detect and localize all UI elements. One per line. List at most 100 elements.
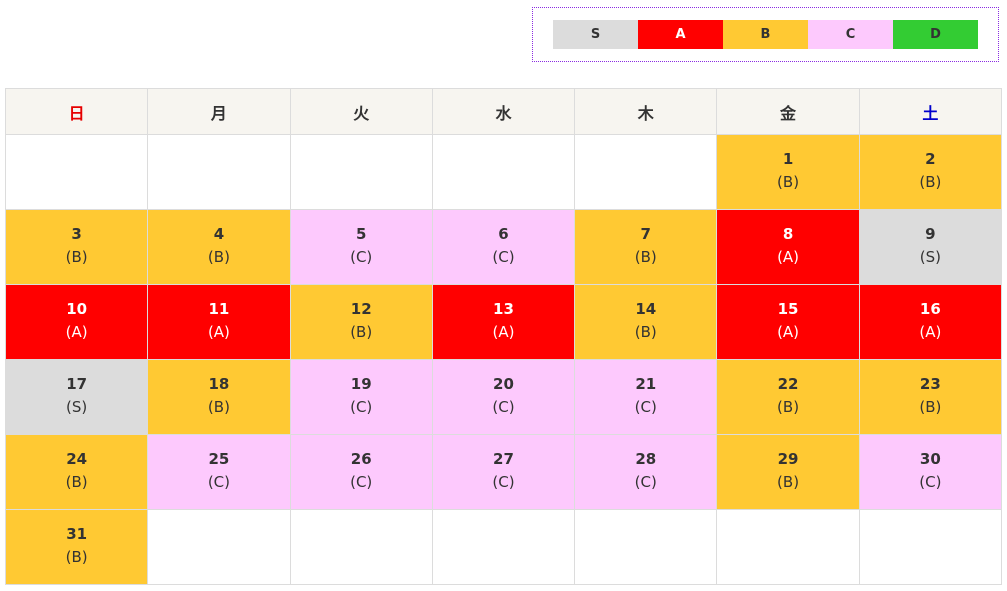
day-cell[interactable]: 19 (C) <box>289 359 433 435</box>
day-cell[interactable]: 18 (B) <box>147 359 291 435</box>
weekday-saturday: 土 <box>858 88 1003 135</box>
legend-item-b: B <box>723 20 808 49</box>
empty-cell <box>289 134 433 210</box>
day-number: 14 <box>635 300 657 318</box>
day-grade: (B) <box>777 473 800 491</box>
day-grade: (A) <box>65 323 88 341</box>
day-number: 12 <box>350 300 372 318</box>
week-row: 31 (B) <box>4 509 1003 585</box>
day-number: 22 <box>777 375 799 393</box>
day-number: 23 <box>919 375 941 393</box>
empty-cell <box>147 509 291 585</box>
day-cell[interactable]: 11 (A) <box>147 284 291 360</box>
day-cell[interactable]: 20 (C) <box>431 359 576 435</box>
day-cell[interactable]: 8 (A) <box>716 209 860 285</box>
day-number: 26 <box>350 450 372 468</box>
day-number: 19 <box>350 375 372 393</box>
day-grade: (B) <box>634 248 657 266</box>
day-cell[interactable]: 23 (B) <box>858 359 1003 435</box>
day-cell[interactable]: 25 (C) <box>147 434 291 510</box>
weekday-header-row: 日 月 火 水 木 金 土 <box>4 88 1003 135</box>
day-grade: (A) <box>492 323 515 341</box>
week-row: 1 (B) 2 (B) <box>4 134 1003 210</box>
day-grade: (B) <box>65 473 88 491</box>
day-number: 6 <box>498 225 509 243</box>
day-cell[interactable]: 14 (B) <box>574 284 718 360</box>
day-grade: (B) <box>919 173 942 191</box>
day-grade: (C) <box>492 398 515 416</box>
day-cell[interactable]: 28 (C) <box>574 434 718 510</box>
day-cell[interactable]: 12 (B) <box>289 284 433 360</box>
day-number: 13 <box>493 300 514 318</box>
empty-cell <box>858 509 1003 585</box>
day-number: 1 <box>782 150 794 168</box>
day-cell[interactable]: 27 (C) <box>431 434 576 510</box>
calendar-body: 1 (B) 2 (B) 3 (B) 4 (B) 5 (C) 6 (C) 7 (B) 8 (A) 9 (S) 10 (A… <box>4 134 1003 585</box>
day-number: 16 <box>919 300 941 318</box>
legend-row: SABCD <box>553 20 978 49</box>
week-row: 24 (B) 25 (C) 26 (C) 27 (C) 28 (C) 29 (B) 30 (C) <box>4 434 1003 510</box>
day-number: 29 <box>777 450 799 468</box>
day-cell[interactable]: 22 (B) <box>716 359 860 435</box>
day-cell[interactable]: 6 (C) <box>431 209 576 285</box>
day-cell[interactable]: 7 (B) <box>574 209 718 285</box>
empty-cell <box>716 509 860 585</box>
day-number: 3 <box>71 225 82 243</box>
day-number: 11 <box>208 300 230 318</box>
legend-item-a: A <box>638 20 723 49</box>
day-cell[interactable]: 24 (B) <box>4 434 149 510</box>
legend-item-s: S <box>553 20 638 49</box>
day-number: 9 <box>925 225 936 243</box>
day-grade: (B) <box>777 173 800 191</box>
weekday-sunday: 日 <box>4 88 149 135</box>
day-cell[interactable]: 9 (S) <box>858 209 1003 285</box>
day-cell[interactable]: 13 (A) <box>431 284 576 360</box>
day-number: 24 <box>66 450 88 468</box>
day-grade: (C) <box>350 473 373 491</box>
day-cell[interactable]: 17 (S) <box>4 359 149 435</box>
day-cell[interactable]: 2 (B) <box>858 134 1003 210</box>
day-cell[interactable]: 31 (B) <box>4 509 149 585</box>
empty-cell <box>431 134 576 210</box>
day-grade: (B) <box>65 248 88 266</box>
week-row: 3 (B) 4 (B) 5 (C) 6 (C) 7 (B) 8 (A) 9 (S) <box>4 209 1003 285</box>
day-cell[interactable]: 3 (B) <box>4 209 149 285</box>
day-number: 8 <box>782 225 794 243</box>
legend-item-c: C <box>808 20 893 49</box>
day-number: 17 <box>66 375 88 393</box>
day-grade: (A) <box>919 323 942 341</box>
day-cell[interactable]: 5 (C) <box>289 209 433 285</box>
day-cell[interactable]: 21 (C) <box>574 359 718 435</box>
day-number: 4 <box>213 225 225 243</box>
day-cell[interactable]: 1 (B) <box>716 134 860 210</box>
day-grade: (S) <box>66 398 88 416</box>
day-cell[interactable]: 29 (B) <box>716 434 860 510</box>
day-number: 30 <box>919 450 941 468</box>
empty-cell <box>431 509 576 585</box>
day-grade: (B) <box>65 548 88 566</box>
week-row: 17 (S) 18 (B) 19 (C) 20 (C) 21 (C) 22 (B) 23 (B) <box>4 359 1003 435</box>
day-number: 15 <box>777 300 799 318</box>
day-grade: (S) <box>919 248 941 266</box>
day-grade: (A) <box>777 323 800 341</box>
day-number: 25 <box>208 450 230 468</box>
day-cell[interactable]: 26 (C) <box>289 434 433 510</box>
day-number: 10 <box>66 300 88 318</box>
day-cell[interactable]: 15 (A) <box>716 284 860 360</box>
empty-cell <box>289 509 433 585</box>
day-cell[interactable]: 16 (A) <box>858 284 1003 360</box>
weekday-wednesday: 水 <box>431 88 576 135</box>
day-cell[interactable]: 4 (B) <box>147 209 291 285</box>
day-number: 5 <box>355 225 367 243</box>
day-cell[interactable]: 30 (C) <box>858 434 1003 510</box>
day-grade: (B) <box>634 323 657 341</box>
day-number: 28 <box>635 450 657 468</box>
day-grade: (C) <box>350 398 373 416</box>
empty-cell <box>574 509 718 585</box>
day-cell[interactable]: 10 (A) <box>4 284 149 360</box>
day-number: 31 <box>66 525 88 543</box>
day-number: 18 <box>208 375 230 393</box>
day-number: 21 <box>635 375 657 393</box>
day-number: 20 <box>493 375 514 393</box>
day-grade: (B) <box>919 398 942 416</box>
